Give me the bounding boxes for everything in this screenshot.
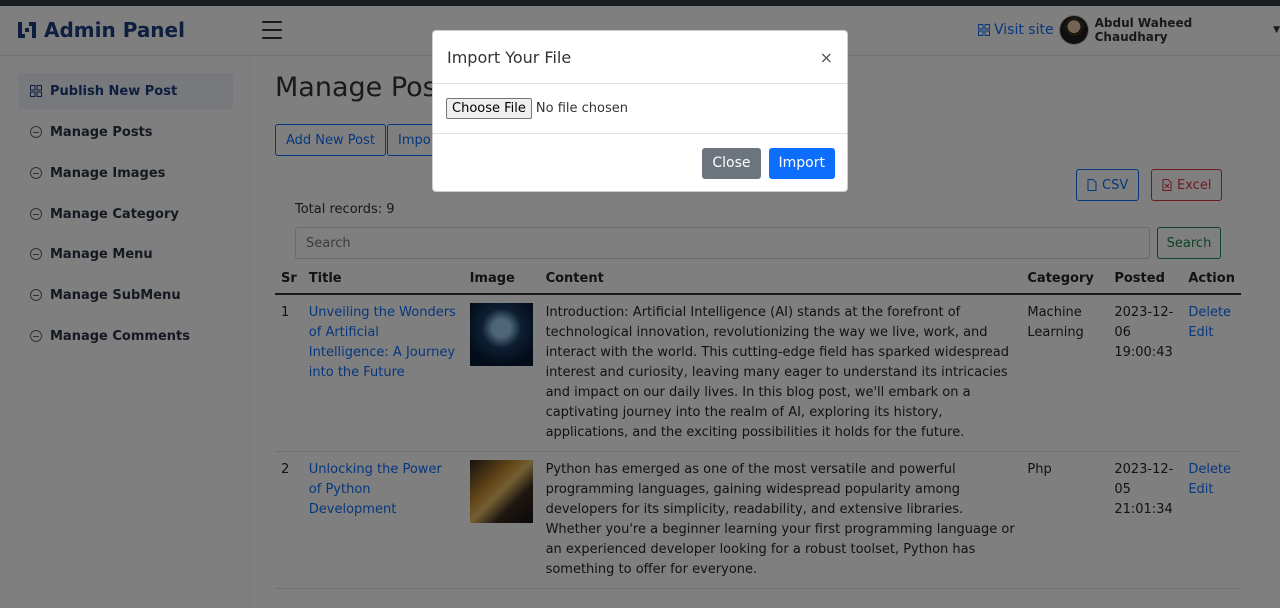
modal-title: Import Your File bbox=[447, 47, 572, 67]
close-button[interactable]: Close bbox=[702, 147, 761, 179]
file-status: No file chosen bbox=[535, 101, 628, 116]
import-submit-button[interactable]: Import bbox=[768, 147, 835, 179]
close-icon[interactable]: × bbox=[820, 48, 833, 67]
modal-footer: Close Import bbox=[433, 134, 847, 192]
modal-body: Choose File No file chosen bbox=[433, 84, 847, 134]
import-modal: Import Your File × Choose File No file c… bbox=[432, 30, 848, 192]
choose-file-button[interactable]: Choose File bbox=[446, 98, 532, 119]
modal-header: Import Your File × bbox=[433, 31, 847, 84]
